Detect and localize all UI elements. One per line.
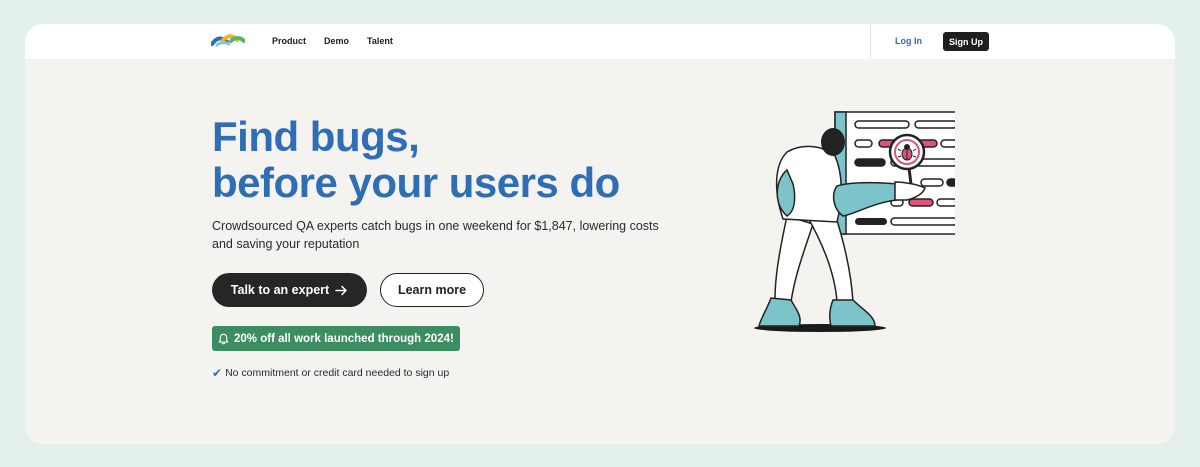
hero-title: Find bugs, before your users do [212, 114, 732, 206]
hero-subtitle: Crowdsourced QA experts catch bugs in on… [212, 219, 659, 251]
bug-inspection-illustration [754, 111, 955, 332]
top-navbar: Product Demo Talent Log In Sign Up [25, 24, 1175, 59]
nav-divider [870, 24, 871, 59]
no-commitment-note: ✔ No commitment or credit card needed to… [212, 366, 449, 380]
checkmark-icon: ✔ [212, 366, 223, 380]
signup-button[interactable]: Sign Up [943, 32, 989, 51]
bell-icon [218, 333, 229, 344]
wave-logo-icon[interactable] [211, 34, 245, 48]
hero-title-line-2: before your users do [212, 159, 620, 206]
promo-badge: 20% off all work launched through 2024! [212, 326, 460, 351]
promo-text: 20% off all work launched through 2024! [234, 332, 454, 345]
page-card: Product Demo Talent Log In Sign Up Find … [25, 24, 1175, 444]
document-panel [834, 111, 955, 235]
talk-to-expert-label: Talk to an expert [230, 283, 330, 297]
nav-link-talent[interactable]: Talent [367, 36, 393, 46]
nav-links: Product Demo Talent [272, 36, 393, 46]
learn-more-button[interactable]: Learn more [380, 273, 484, 307]
login-link[interactable]: Log In [895, 36, 922, 46]
talk-to-expert-button[interactable]: Talk to an expert [212, 273, 367, 307]
arrow-right-icon [335, 285, 347, 295]
nav-link-demo[interactable]: Demo [324, 36, 349, 46]
note-text: No commitment or credit card needed to s… [225, 367, 450, 379]
hero-title-line-1: Find bugs, [212, 113, 420, 160]
nav-link-product[interactable]: Product [272, 36, 306, 46]
